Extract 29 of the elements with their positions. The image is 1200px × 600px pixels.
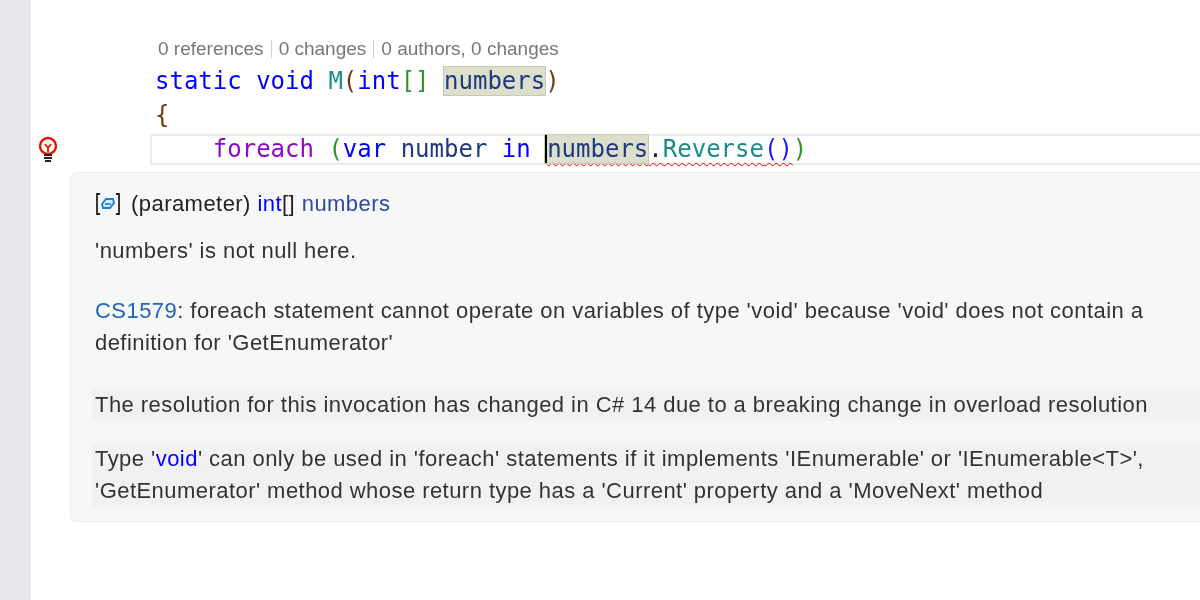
signature-text: (parameter) int[] numbers xyxy=(131,191,391,217)
code-token: var xyxy=(342,135,387,163)
code-token: ) xyxy=(545,67,560,95)
code-token: M xyxy=(327,67,343,95)
nullability-text: 'numbers' is not null here. xyxy=(95,237,358,265)
code-token: { xyxy=(155,101,170,129)
codelens-link[interactable]: 0 references xyxy=(158,38,264,60)
code-token: foreach xyxy=(211,135,314,163)
lightbulb-error-icon[interactable] xyxy=(37,136,59,162)
code-token: in xyxy=(500,135,532,163)
note-text: Type 'void' can only be used in 'foreach' statements if it implements 'IEnumerable' or 'IEnumerable<T>', 'GetEnumerator' method whose return type has a 'Current' property and a 'MoveNext' method xyxy=(92,443,1200,507)
code-token: int xyxy=(357,67,401,95)
codelens-link[interactable]: 0 changes xyxy=(278,38,367,60)
codelens-link[interactable]: 0 authors, 0 changes xyxy=(381,38,559,60)
code-token: static void xyxy=(155,67,314,95)
code-token: ( xyxy=(327,135,343,163)
code-token: numbers xyxy=(444,67,546,95)
code-token: numbers xyxy=(545,135,649,163)
error-message: CS1579: foreach statement cannot operate on variables of type 'void' because 'void' does not contain a definition for 'GetEnumerator' xyxy=(95,297,1145,357)
code-token: . xyxy=(648,135,663,163)
code-token: () xyxy=(763,135,793,163)
parameter-icon xyxy=(95,192,121,216)
code-token: number xyxy=(399,135,488,163)
code-token: [] xyxy=(400,67,431,95)
error-code-link[interactable]: CS1579 xyxy=(95,298,178,323)
code-token: Reverse xyxy=(662,135,764,163)
code-token: ( xyxy=(342,67,358,95)
code-token: ) xyxy=(792,135,808,163)
note-text: The resolution for this invocation has changed in C# 14 due to a breaking change in overload resolution xyxy=(92,389,1200,421)
